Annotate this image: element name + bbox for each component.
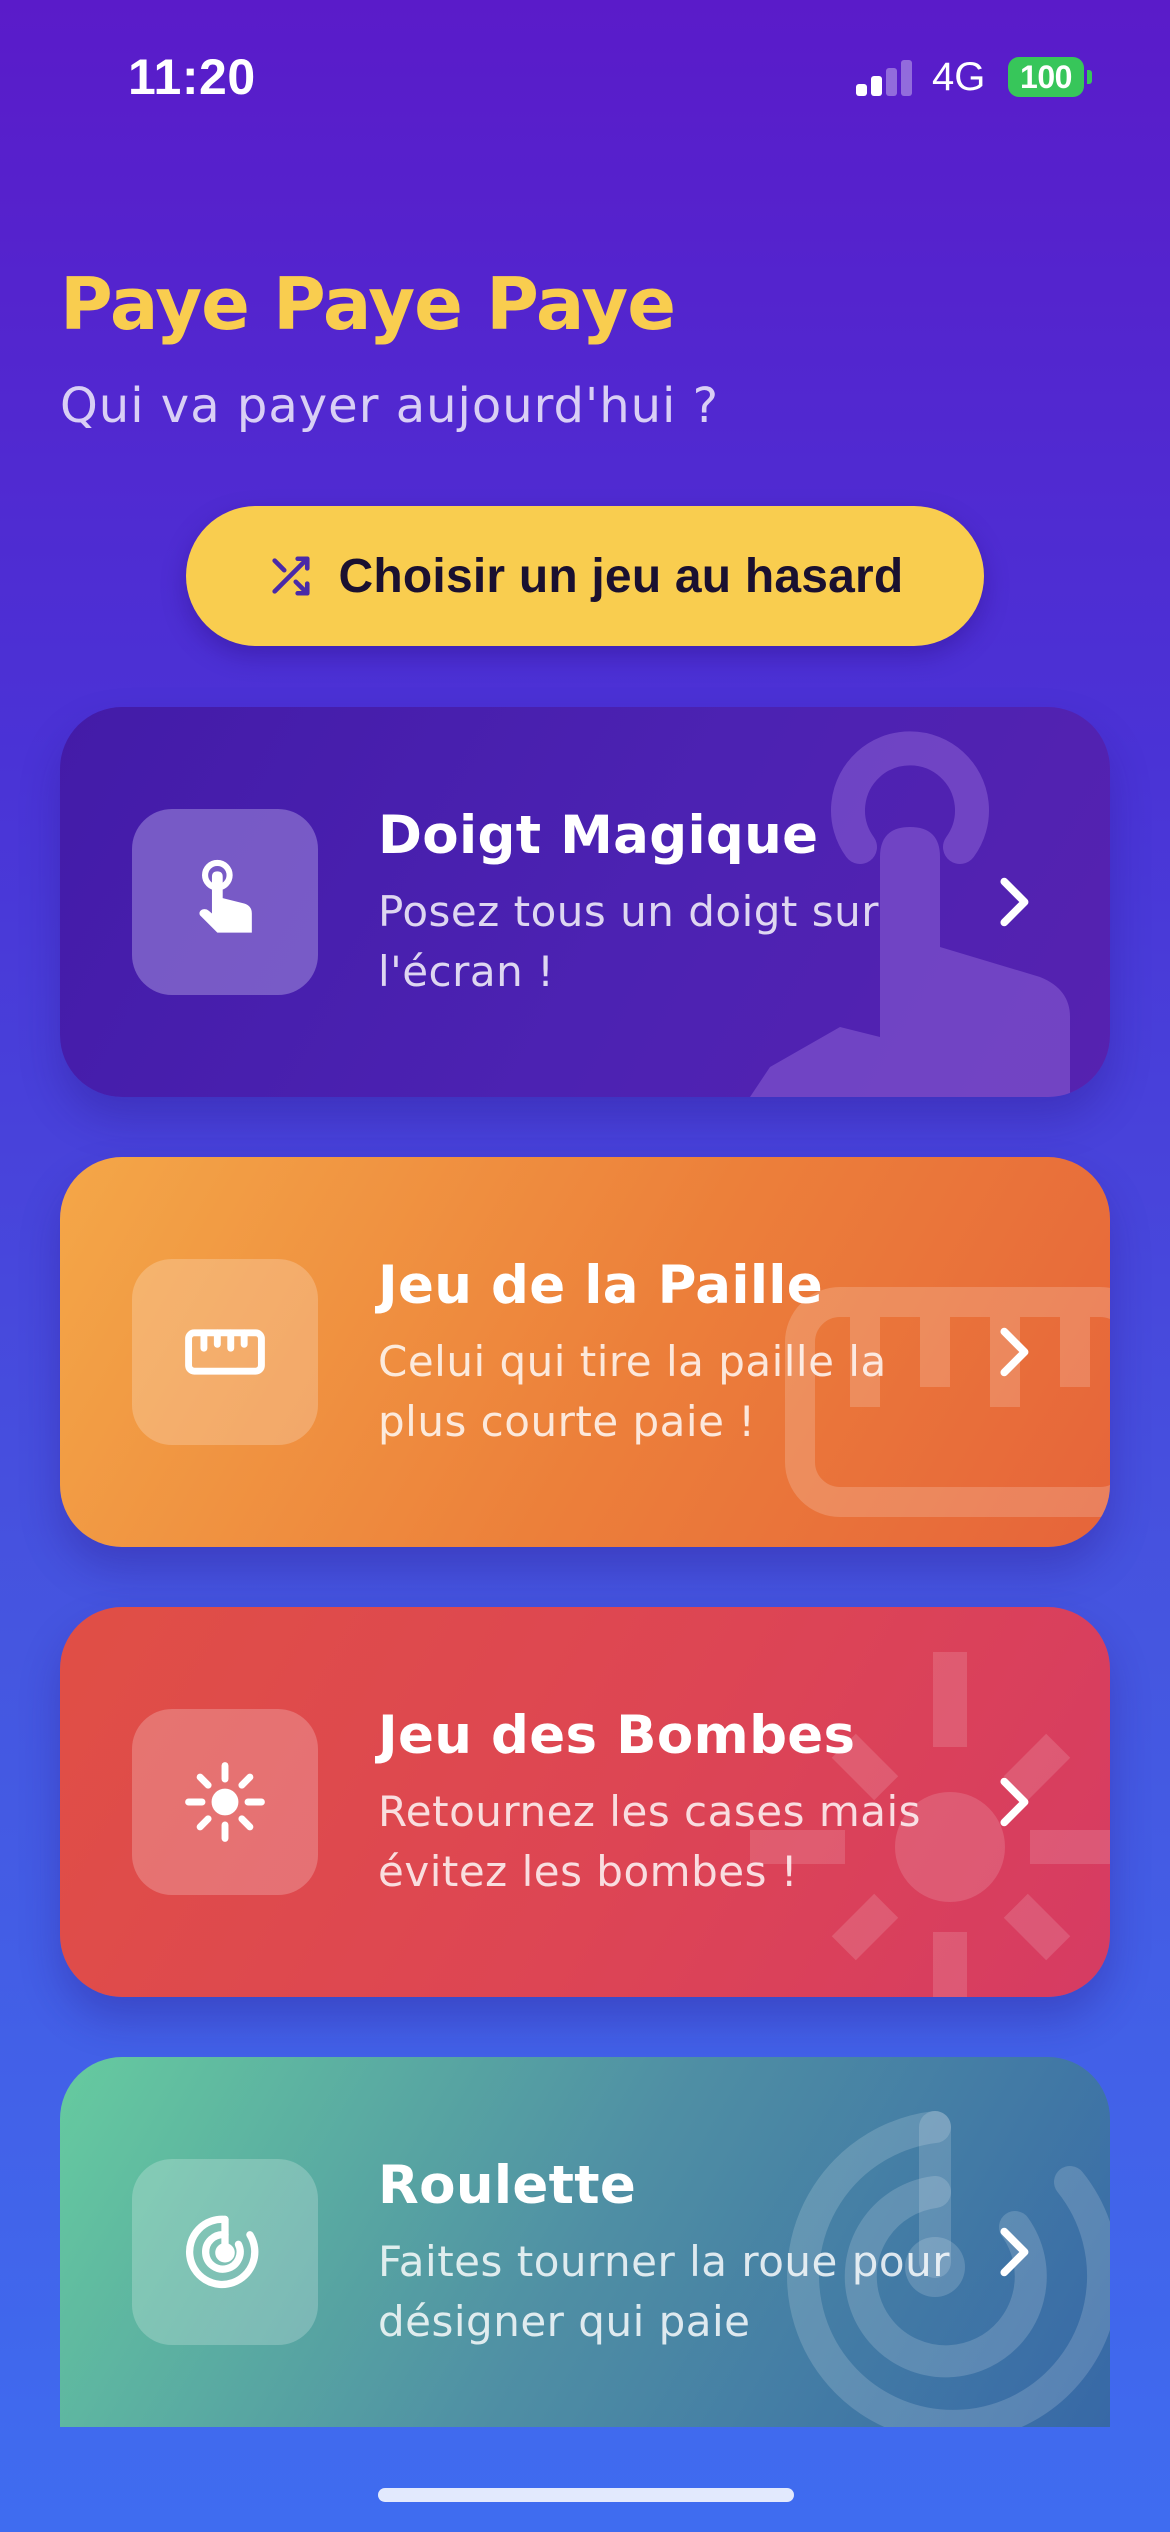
battery-tip [1087, 70, 1092, 84]
home-indicator[interactable] [378, 2488, 794, 2502]
finger-tap-icon [199, 859, 252, 933]
random-game-button-label: Choisir un jeu au hasard [338, 549, 904, 603]
game-card-jeu-des-bombes[interactable]: Jeu des Bombes Retournez les cases mais … [60, 1607, 1110, 1997]
chevron-right-icon [1000, 2227, 1029, 2277]
ruler-icon [185, 1329, 265, 1375]
game-description: Posez tous un doigt sur l'écran ! [378, 887, 880, 996]
bomb-burst-icon [185, 1762, 265, 1842]
app-title: Paye Paye Paye [60, 262, 676, 346]
game-title: Roulette [378, 2155, 637, 2216]
app-subtitle: Qui va payer aujourd'hui ? [60, 378, 720, 434]
status-bar: 11:20 4G 100 [0, 0, 1170, 150]
game-icon-box [132, 1709, 318, 1895]
roulette-icon [186, 2215, 259, 2289]
game-description: Retournez les cases mais évitez les bomb… [378, 1787, 922, 1896]
battery-level: 100 [1020, 58, 1072, 95]
status-time: 11:20 [128, 49, 256, 105]
game-title: Jeu des Bombes [378, 1705, 856, 1766]
game-icon-box [132, 809, 318, 995]
game-card-doigt-magique[interactable]: Doigt Magique Posez tous un doigt sur l'… [60, 707, 1110, 1097]
game-description: Celui qui tire la paille la plus courte … [378, 1337, 887, 1446]
battery-icon: 100 [1008, 57, 1084, 97]
game-title: Jeu de la Paille [378, 1255, 823, 1316]
game-card-roulette[interactable]: Roulette Faites tourner la roue pour dés… [60, 2057, 1110, 2427]
signal-strength-icon [856, 60, 914, 96]
game-icon-box [132, 2159, 318, 2345]
chevron-right-icon [1000, 877, 1029, 927]
game-title: Doigt Magique [378, 805, 819, 866]
random-game-button[interactable]: Choisir un jeu au hasard [186, 506, 984, 646]
game-icon-box [132, 1259, 318, 1445]
network-type: 4G [932, 55, 986, 99]
game-card-jeu-de-la-paille[interactable]: Jeu de la Paille Celui qui tire la paill… [60, 1157, 1110, 1547]
game-description: Faites tourner la roue pour désigner qui… [378, 2237, 950, 2346]
chevron-right-icon [1000, 1327, 1029, 1377]
shuffle-icon [271, 556, 310, 596]
chevron-right-icon [1000, 1777, 1029, 1827]
